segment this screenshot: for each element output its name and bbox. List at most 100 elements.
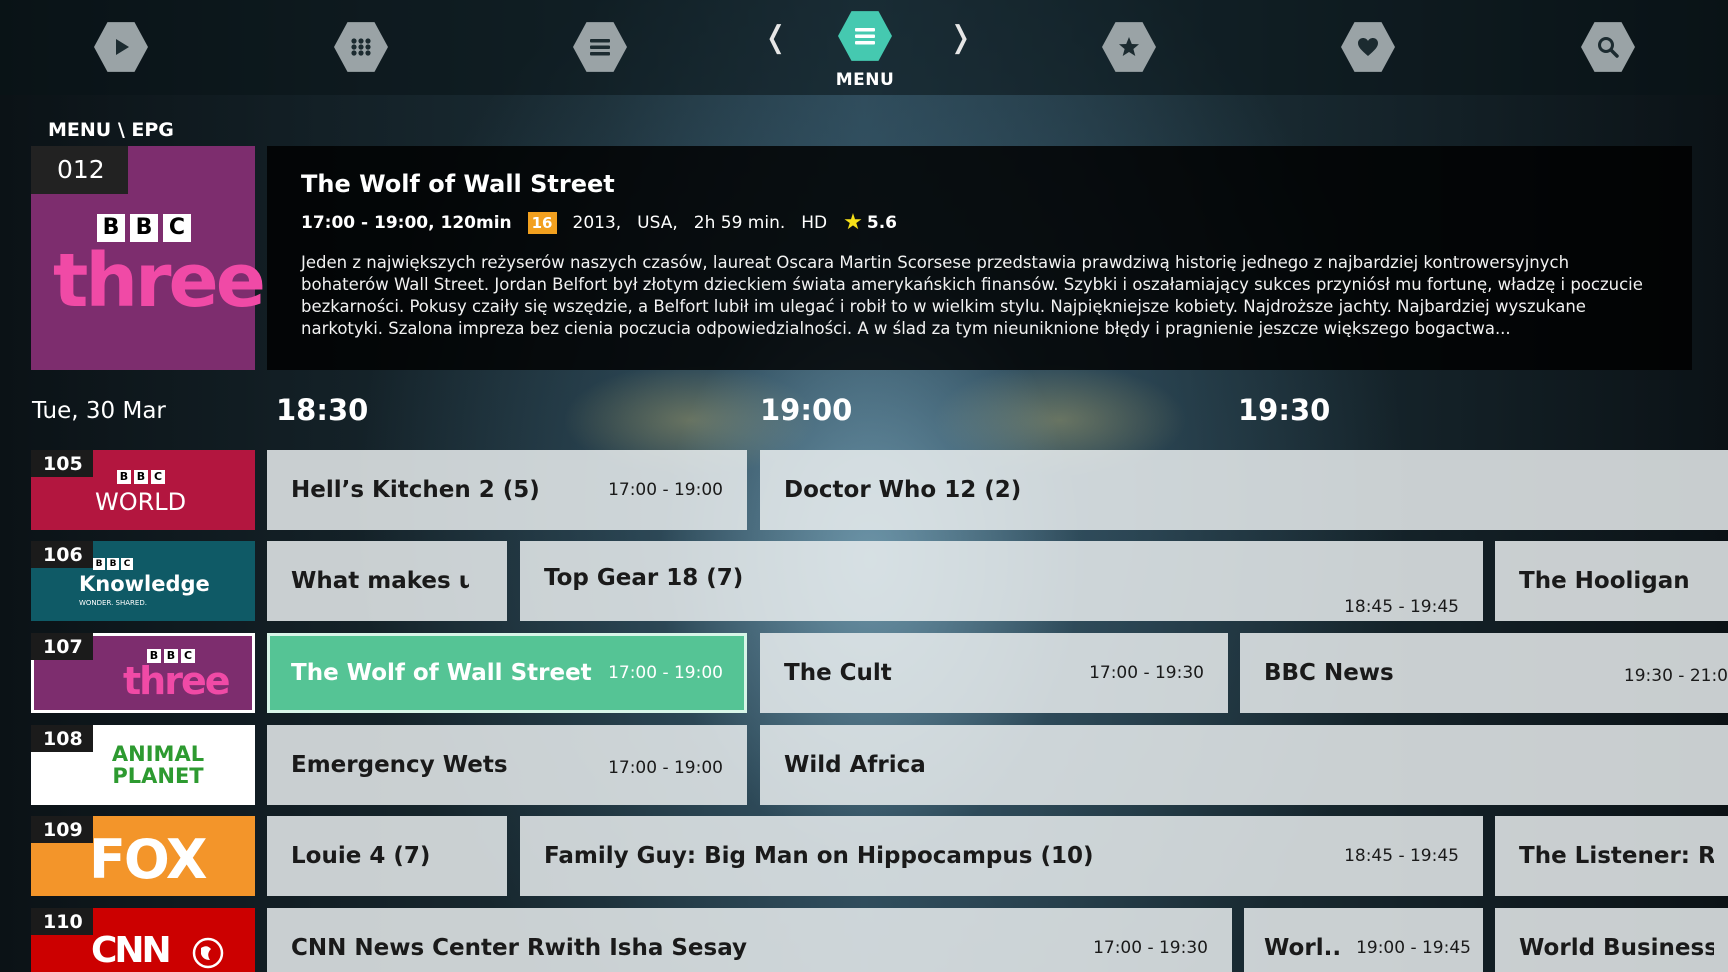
bbc-logo: B B C: [93, 558, 133, 570]
program-time: 17:00 - 19:00: [608, 663, 723, 683]
channel-110[interactable]: 110 CNN: [31, 908, 255, 972]
program-cell[interactable]: The Listener: Rogue: [1495, 816, 1728, 896]
detail-rating: ★ 5.6: [843, 212, 897, 234]
program-detail-panel: The Wolf of Wall Street 17:00 - 19:00, 1…: [267, 146, 1692, 370]
channel-105[interactable]: 105 B B C WORLD: [31, 450, 255, 530]
program-cell[interactable]: BBC News 19:30 - 21:0: [1240, 633, 1728, 713]
detail-time: 17:00 - 19:00, 120min: [301, 213, 512, 233]
detail-quality: HD: [801, 213, 828, 233]
channel-number: 105: [31, 450, 93, 477]
prev-arrow[interactable]: ❬: [763, 20, 788, 55]
detail-year: 2013,: [572, 213, 622, 233]
program-time: 18:45 - 19:45: [1344, 846, 1459, 866]
menu-button[interactable]: [837, 8, 893, 64]
heart-button[interactable]: [1340, 19, 1396, 75]
program-time: 18:45 - 19:45: [1344, 597, 1459, 617]
program-title: Family Guy: Big Man on Hippocampus (10): [544, 843, 1094, 869]
channel-logo-text: WORLD: [95, 488, 187, 516]
three-wordmark: three: [123, 659, 231, 703]
channel-logo-text: FOX: [89, 828, 208, 891]
detail-title: The Wolf of Wall Street: [301, 170, 615, 198]
program-title: What makes us...: [291, 568, 469, 594]
breadcrumb: MENU \ EPG: [48, 119, 174, 141]
time-tick: 19:00: [760, 393, 853, 427]
channel-109[interactable]: 109 FOX: [31, 816, 255, 896]
program-title: The Cult: [784, 660, 892, 686]
program-time: 17:00 - 19:30: [1089, 663, 1204, 683]
time-tick: 19:30: [1238, 393, 1331, 427]
detail-country: USA,: [637, 213, 678, 233]
program-title: The Hooligans: [1519, 568, 1690, 594]
channel-number: 107: [31, 633, 93, 660]
program-title: CNN News Center Rwith Isha Sesay: [291, 935, 748, 961]
apps-grid-icon: [334, 22, 388, 72]
channel-107[interactable]: 107 B B C three: [31, 633, 255, 713]
channel-logo-text: Knowledge: [79, 572, 210, 596]
program-title: BBC News: [1264, 660, 1394, 686]
program-cell[interactable]: Top Gear 18 (7) 18:45 - 19:45: [520, 541, 1483, 621]
program-title: Wild Africa: [784, 752, 926, 778]
channel-106[interactable]: 106 B B C Knowledge WONDER. SHARED.: [31, 541, 255, 621]
program-time: 19:00 - 19:45: [1356, 938, 1471, 958]
play-icon: [94, 22, 148, 72]
time-tick: 18:30: [276, 393, 369, 427]
program-cell[interactable]: CNN News Center Rwith Isha Sesay 17:00 -…: [267, 908, 1232, 972]
program-title: The Listener: Rogue: [1519, 843, 1714, 869]
program-title: Top Gear 18 (7): [544, 565, 744, 591]
favorites-button[interactable]: [1101, 19, 1157, 75]
epg-date: Tue, 30 Mar: [32, 398, 166, 424]
play-button[interactable]: [93, 19, 149, 75]
channel-number: 109: [31, 816, 93, 843]
age-rating-badge: 16: [527, 212, 557, 234]
star-icon: [1102, 22, 1156, 72]
menu-label: MENU: [835, 70, 895, 90]
program-cell[interactable]: Family Guy: Big Man on Hippocampus (10) …: [520, 816, 1483, 896]
apps-button[interactable]: [333, 19, 389, 75]
detail-duration: 2h 59 min.: [693, 213, 786, 233]
program-cell[interactable]: Worl... 19:00 - 19:45: [1244, 908, 1483, 972]
program-title: The Wolf of Wall Street: [291, 660, 592, 686]
program-title: Hell’s Kitchen 2 (5): [291, 477, 540, 503]
program-title: Doctor Who 12 (2): [784, 477, 1022, 503]
detail-description: Jeden z największych reżyserów naszych c…: [301, 253, 1643, 338]
program-cell[interactable]: Doctor Who 12 (2): [760, 450, 1728, 530]
channel-logo-text: ANIMAL PLANET: [111, 742, 205, 788]
channel-108[interactable]: 108 ANIMAL PLANET: [31, 725, 255, 805]
bbc-logo: B B C: [117, 470, 165, 484]
rating-score: 5.6: [866, 213, 897, 233]
program-cell[interactable]: The Cult 17:00 - 19:30: [760, 633, 1228, 713]
program-cell[interactable]: Hell’s Kitchen 2 (5) 17:00 - 19:00: [267, 450, 747, 530]
program-title: World Business Tod: [1519, 935, 1714, 961]
globe-icon: [192, 937, 224, 969]
program-title: Louie 4 (7): [291, 843, 431, 869]
program-cell[interactable]: Wild Africa: [760, 725, 1728, 805]
program-time: 17:00 - 19:00: [608, 758, 723, 778]
program-cell[interactable]: The Hooligans: [1495, 541, 1728, 621]
list-icon: [573, 22, 627, 72]
program-time: 19:30 - 21:0: [1623, 666, 1728, 686]
star-icon: ★: [843, 210, 863, 235]
three-wordmark: three: [53, 238, 266, 324]
search-button[interactable]: [1580, 19, 1636, 75]
detail-meta: 17:00 - 19:00, 120min 16 2013, USA, 2h 5…: [301, 212, 1658, 234]
list-button[interactable]: [572, 19, 628, 75]
program-time: 17:00 - 19:00: [608, 480, 723, 500]
program-title: Worl...: [1264, 935, 1343, 961]
program-cell[interactable]: World Business Tod: [1495, 908, 1728, 972]
program-title: Emergency Wets: [291, 752, 508, 778]
program-cell-selected[interactable]: The Wolf of Wall Street 17:00 - 19:00: [267, 633, 747, 713]
next-arrow[interactable]: ❭: [948, 20, 973, 55]
program-cell[interactable]: Emergency Wets 17:00 - 19:00: [267, 725, 747, 805]
menu-icon: [838, 11, 892, 61]
channel-number: 106: [31, 541, 93, 568]
search-icon: [1581, 22, 1635, 72]
channel-number: 110: [31, 908, 93, 935]
hero-channel-logo: 012 B B C three: [31, 146, 266, 370]
hero-channel-number: 012: [31, 146, 128, 194]
channel-logo-text: CNN: [91, 930, 172, 971]
program-cell[interactable]: What makes us...: [267, 541, 507, 621]
program-time: 17:00 - 19:30: [1093, 938, 1208, 958]
channel-logo-tagline: WONDER. SHARED.: [79, 599, 147, 607]
program-cell[interactable]: Louie 4 (7): [267, 816, 507, 896]
heart-icon: [1341, 22, 1395, 72]
